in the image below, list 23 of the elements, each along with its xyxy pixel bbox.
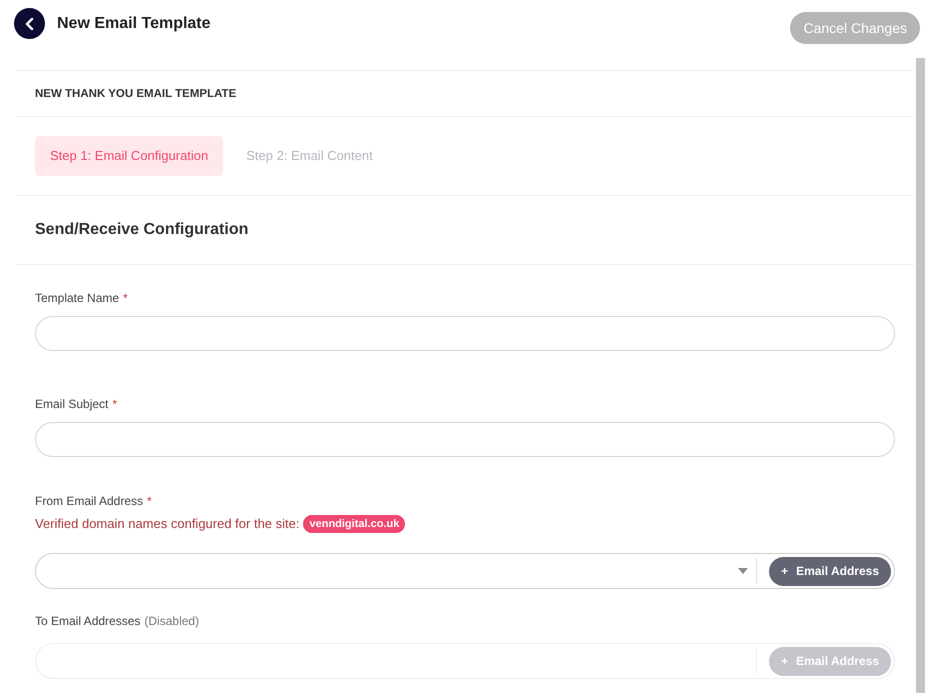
- section-title: Send/Receive Configuration: [35, 221, 248, 238]
- field-label: From Email Address: [35, 494, 144, 508]
- domain-badge: venndigital.co.uk: [303, 514, 406, 534]
- field-label: Email Subject: [35, 397, 108, 411]
- hint-text: Verified domain names configured for the site:: [35, 517, 300, 531]
- form-heading: NEW THANK YOU EMAIL TEMPLATE: [35, 88, 236, 100]
- field-label: To Email Addresses: [35, 614, 140, 628]
- field-label: Template Name: [35, 291, 120, 305]
- back-button[interactable]: [14, 8, 45, 39]
- step-tab[interactable]: Step 1: Email Configuration: [35, 136, 224, 176]
- input-field[interactable]: [35, 316, 895, 351]
- required-mark: *: [112, 397, 118, 411]
- field-note: (Disabled): [144, 614, 200, 628]
- chevron-left-icon: [24, 18, 34, 30]
- dropdown-caret-icon[interactable]: [738, 568, 748, 574]
- required-mark: *: [147, 494, 152, 508]
- required-mark: *: [123, 291, 128, 305]
- add-email-button[interactable]: + Email Address: [769, 556, 891, 586]
- scrollbar[interactable]: [916, 58, 925, 693]
- step-tab[interactable]: Step 2: Email Content: [231, 136, 388, 176]
- email-select-field[interactable]: + Email Address: [35, 553, 895, 589]
- input-field[interactable]: [35, 422, 895, 457]
- page-title: New Email Template: [57, 14, 211, 34]
